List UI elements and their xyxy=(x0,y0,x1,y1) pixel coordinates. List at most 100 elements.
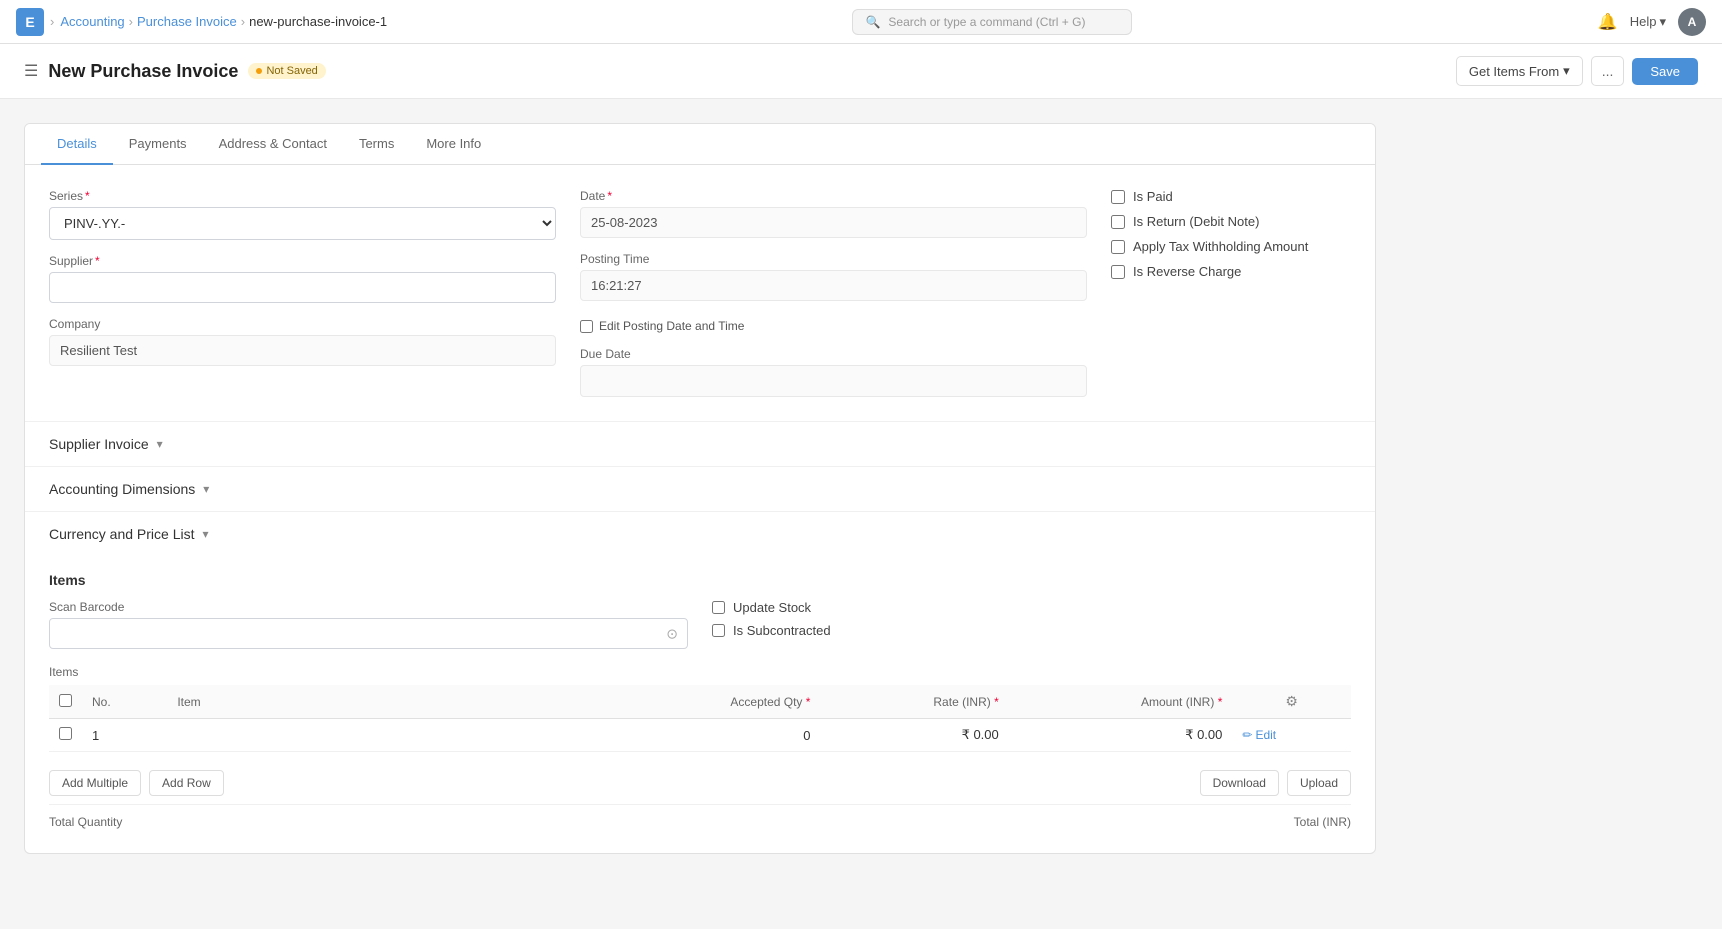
update-stock-checkbox[interactable] xyxy=(712,601,725,614)
scan-row: Scan Barcode ⊙ Update Stock Is Subcontra… xyxy=(49,600,1351,649)
barcode-scan-icon: ⊙ xyxy=(666,625,678,642)
more-options-button[interactable]: ... xyxy=(1591,56,1625,86)
items-table: No. Item Accepted Qty * Rate (INR) * Amo… xyxy=(49,685,1351,752)
help-button[interactable]: Help ▾ xyxy=(1630,14,1666,30)
breadcrumb-sep-3: › xyxy=(241,14,245,29)
tab-more-info[interactable]: More Info xyxy=(410,124,497,165)
table-label: Items xyxy=(49,665,1351,679)
notification-bell-icon[interactable]: 🔔 xyxy=(1598,12,1618,32)
form-grid: Series * PINV-.YY.- Supplier * xyxy=(49,189,1351,397)
search-placeholder: Search or type a command (Ctrl + G) xyxy=(888,15,1085,29)
apply-tax-checkbox[interactable] xyxy=(1111,240,1125,254)
avatar[interactable]: A xyxy=(1678,8,1706,36)
accounting-dimensions-chevron-icon: ▾ xyxy=(203,482,209,496)
get-items-chevron-icon: ▾ xyxy=(1563,63,1570,79)
due-date-value xyxy=(580,365,1087,397)
posting-time-value: 16:21:27 xyxy=(580,270,1087,301)
nav-left: E › Accounting › Purchase Invoice › new-… xyxy=(16,8,387,36)
currency-price-list-section[interactable]: Currency and Price List ▾ xyxy=(25,511,1375,556)
add-multiple-button[interactable]: Add Multiple xyxy=(49,770,141,796)
breadcrumb-current: new-purchase-invoice-1 xyxy=(249,14,387,29)
is-reverse-label[interactable]: Is Reverse Charge xyxy=(1111,264,1351,279)
add-row-button[interactable]: Add Row xyxy=(149,770,224,796)
row-1-item-input[interactable] xyxy=(177,728,589,743)
is-return-checkbox[interactable] xyxy=(1111,215,1125,229)
help-chevron-icon: ▾ xyxy=(1659,14,1666,30)
is-subcontracted-checkbox[interactable] xyxy=(712,624,725,637)
page-header: ☰ New Purchase Invoice Not Saved Get Ite… xyxy=(0,44,1722,99)
row-1-edit-cell: ✏ Edit xyxy=(1232,719,1351,752)
is-return-label[interactable]: Is Return (Debit Note) xyxy=(1111,214,1351,229)
company-field: Company Resilient Test xyxy=(49,317,556,366)
form-card: Details Payments Address & Contact Terms… xyxy=(24,123,1376,854)
scan-barcode-label: Scan Barcode xyxy=(49,600,124,614)
supplier-invoice-label: Supplier Invoice xyxy=(49,436,149,452)
table-header-row: No. Item Accepted Qty * Rate (INR) * Amo… xyxy=(49,685,1351,719)
search-bar[interactable]: 🔍 Search or type a command (Ctrl + G) xyxy=(852,9,1132,35)
row-1-checkbox[interactable] xyxy=(59,727,72,740)
status-dot xyxy=(256,68,262,74)
page-header-left: ☰ New Purchase Invoice Not Saved xyxy=(24,61,326,82)
supplier-input[interactable] xyxy=(49,272,556,303)
edit-posting-field: Edit Posting Date and Time xyxy=(580,315,1087,333)
is-subcontracted-label[interactable]: Is Subcontracted xyxy=(712,623,1351,638)
edit-posting-checkbox-label[interactable]: Edit Posting Date and Time xyxy=(580,319,1087,333)
tabs: Details Payments Address & Contact Terms… xyxy=(25,124,1375,165)
tab-terms[interactable]: Terms xyxy=(343,124,410,165)
select-all-checkbox[interactable] xyxy=(59,694,72,707)
apply-tax-label[interactable]: Apply Tax Withholding Amount xyxy=(1111,239,1351,254)
scan-input-wrap: ⊙ xyxy=(49,618,688,649)
edit-posting-label: Edit Posting Date and Time xyxy=(599,319,744,333)
edit-posting-checkbox[interactable] xyxy=(580,320,593,333)
help-label: Help xyxy=(1630,14,1657,29)
series-select[interactable]: PINV-.YY.- xyxy=(49,207,556,240)
page-title: New Purchase Invoice xyxy=(48,61,238,82)
breadcrumb-accounting[interactable]: Accounting xyxy=(60,14,124,29)
edit-icon: ✏ xyxy=(1242,728,1252,742)
date-label: Date xyxy=(580,189,605,203)
posting-time-label: Posting Time xyxy=(580,252,649,266)
series-field: Series * PINV-.YY.- xyxy=(49,189,556,240)
is-paid-checkbox[interactable] xyxy=(1111,190,1125,204)
update-stock-label[interactable]: Update Stock xyxy=(712,600,1351,615)
hamburger-icon[interactable]: ☰ xyxy=(24,61,38,81)
row-1-no: 1 xyxy=(82,719,167,752)
breadcrumb-sep-2: › xyxy=(129,14,133,29)
download-button[interactable]: Download xyxy=(1200,770,1279,796)
tab-payments[interactable]: Payments xyxy=(113,124,203,165)
scan-barcode-field: Scan Barcode ⊙ xyxy=(49,600,688,649)
form-body: Series * PINV-.YY.- Supplier * xyxy=(25,165,1375,421)
is-paid-label[interactable]: Is Paid xyxy=(1111,189,1351,204)
accounting-dimensions-label: Accounting Dimensions xyxy=(49,481,195,497)
row-1-edit-button[interactable]: ✏ Edit xyxy=(1242,728,1341,742)
app-logo[interactable]: E xyxy=(16,8,44,36)
form-col-2: Date * 25-08-2023 Posting Time 16:21:27 xyxy=(580,189,1087,397)
supplier-field: Supplier * xyxy=(49,254,556,303)
series-required: * xyxy=(85,189,90,203)
total-qty-label: Total Quantity xyxy=(49,815,122,829)
total-inr-label: Total (INR) xyxy=(1294,815,1351,829)
tab-address-contact[interactable]: Address & Contact xyxy=(203,124,343,165)
is-reverse-checkbox[interactable] xyxy=(1111,265,1125,279)
amount-required: * xyxy=(1218,695,1223,709)
row-1-checkbox-cell xyxy=(49,719,82,752)
table-settings-icon[interactable]: ⚙ xyxy=(1285,693,1298,709)
top-nav: E › Accounting › Purchase Invoice › new-… xyxy=(0,0,1722,44)
accounting-dimensions-section[interactable]: Accounting Dimensions ▾ xyxy=(25,466,1375,511)
col-header-rate: Rate (INR) * xyxy=(820,685,1008,719)
scan-barcode-input[interactable] xyxy=(49,618,688,649)
breadcrumb-purchase-invoice[interactable]: Purchase Invoice xyxy=(137,14,237,29)
upload-button[interactable]: Upload xyxy=(1287,770,1351,796)
apply-tax-text: Apply Tax Withholding Amount xyxy=(1133,239,1308,254)
tab-details[interactable]: Details xyxy=(41,124,113,165)
row-1-accepted-qty: 0 xyxy=(600,719,821,752)
status-badge: Not Saved xyxy=(248,63,325,79)
get-items-button[interactable]: Get Items From ▾ xyxy=(1456,56,1583,86)
is-reverse-text: Is Reverse Charge xyxy=(1133,264,1241,279)
nav-right: 🔔 Help ▾ A xyxy=(1598,8,1706,36)
row-1-item[interactable] xyxy=(167,719,599,752)
supplier-invoice-section[interactable]: Supplier Invoice ▾ xyxy=(25,421,1375,466)
company-value: Resilient Test xyxy=(49,335,556,366)
scan-options: Update Stock Is Subcontracted xyxy=(712,600,1351,638)
save-button[interactable]: Save xyxy=(1632,58,1698,85)
